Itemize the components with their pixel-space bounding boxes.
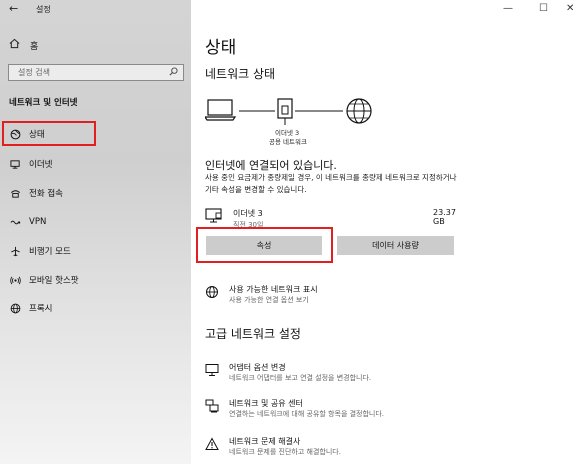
vpn-icon bbox=[9, 216, 21, 228]
troubleshooter-title: 네트워크 문제 해결사 bbox=[229, 437, 301, 446]
back-arrow-icon[interactable]: ← bbox=[9, 2, 18, 15]
adapter-monitor-icon bbox=[205, 362, 219, 376]
sharing-center-title: 네트워크 및 공유 센터 bbox=[229, 399, 303, 408]
sidebar-item-ethernet[interactable]: 이더넷 bbox=[9, 156, 52, 172]
sidebar-item-dialup[interactable]: 전화 접속 bbox=[9, 185, 63, 201]
sidebar-item-hotspot[interactable]: 모바일 핫스팟 bbox=[9, 272, 79, 288]
metered-description: 사용 중인 요금제가 종량제일 경우, 이 네트워크를 종량제 네트워크로 지정… bbox=[205, 173, 457, 194]
warning-triangle-icon bbox=[205, 436, 219, 450]
sharing-center-icon bbox=[205, 398, 219, 413]
connection-name: 이더넷 3 bbox=[233, 209, 263, 218]
minimize-button[interactable]: — bbox=[503, 3, 513, 14]
internet-globe-icon bbox=[346, 98, 372, 124]
ethernet-icon bbox=[9, 158, 21, 170]
show-networks-title: 사용 가능한 네트워크 표시 bbox=[229, 285, 318, 294]
sharing-center-sub: 연결하는 네트워크에 대해 공유할 항목을 결정합니다. bbox=[229, 410, 385, 418]
diagram-network-type: 공용 네트워크 bbox=[269, 138, 307, 146]
sidebar-item-label: VPN bbox=[29, 217, 47, 227]
adapter-options-link[interactable]: 어댑터 옵션 변경 네트워크 어댑터를 보고 연결 설정을 변경합니다. bbox=[205, 362, 465, 386]
troubleshooter-link[interactable]: 네트워크 문제 해결사 네트워크 문제를 진단하고 해결합니다. bbox=[205, 436, 465, 460]
sidebar: ← 설정 홈 설정 검색 네트워크 및 인터넷 상태 이더넷 전화 접속 VPN… bbox=[0, 0, 191, 464]
network-status-title: 네트워크 상태 bbox=[205, 67, 276, 81]
sidebar-home-label: 홈 bbox=[30, 41, 39, 52]
sidebar-home[interactable]: 홈 bbox=[9, 38, 38, 52]
sidebar-item-label: 프록시 bbox=[29, 304, 53, 314]
sidebar-item-vpn[interactable]: VPN bbox=[9, 214, 46, 230]
properties-highlight-box bbox=[196, 227, 333, 263]
connection-usage: 23.37 GB bbox=[433, 208, 456, 226]
search-input[interactable]: 설정 검색 bbox=[8, 64, 184, 81]
app-title: 설정 bbox=[36, 5, 51, 14]
connected-status-text: 인터넷에 연결되어 있습니다. bbox=[205, 159, 337, 172]
search-placeholder: 설정 검색 bbox=[18, 68, 50, 77]
advanced-settings-title: 고급 네트워크 설정 bbox=[205, 327, 301, 341]
hotspot-icon bbox=[9, 274, 21, 286]
show-networks-link[interactable]: 사용 가능한 네트워크 표시 사용 가능한 연결 옵션 보기 bbox=[205, 284, 465, 308]
sidebar-item-label: 전화 접속 bbox=[29, 189, 63, 199]
close-button[interactable]: ✕ bbox=[566, 3, 574, 14]
main-panel: — ☐ ✕ 상태 네트워크 상태 이더넷 3 공용 네트워크 인터넷에 연결되어… bbox=[191, 0, 583, 464]
show-networks-sub: 사용 가능한 연결 옵션 보기 bbox=[229, 296, 309, 304]
home-icon bbox=[9, 38, 21, 52]
sidebar-item-label: 모바일 핫스팟 bbox=[29, 276, 79, 286]
sidebar-item-label: 비행기 모드 bbox=[29, 247, 71, 257]
troubleshooter-sub: 네트워크 문제를 진단하고 해결합니다. bbox=[229, 448, 341, 456]
dialup-icon bbox=[9, 187, 21, 199]
sidebar-item-airplane[interactable]: 비행기 모드 bbox=[9, 243, 71, 259]
laptop-icon bbox=[205, 99, 237, 121]
search-icon bbox=[169, 66, 178, 79]
maximize-button[interactable]: ☐ bbox=[539, 3, 548, 14]
sidebar-item-label: 이더넷 bbox=[29, 160, 53, 170]
sharing-center-link[interactable]: 네트워크 및 공유 센터 연결하는 네트워크에 대해 공유할 항목을 결정합니다… bbox=[205, 398, 465, 422]
ethernet-pc-icon bbox=[205, 208, 225, 224]
sidebar-section-title: 네트워크 및 인터넷 bbox=[9, 98, 78, 108]
page-title: 상태 bbox=[205, 38, 237, 58]
status-highlight-box bbox=[2, 121, 96, 146]
data-usage-button[interactable]: 데이터 사용량 bbox=[337, 236, 454, 255]
sidebar-item-proxy[interactable]: 프록시 bbox=[9, 300, 52, 316]
adapter-options-sub: 네트워크 어댑터를 보고 연결 설정을 변경합니다. bbox=[229, 374, 372, 382]
globe-network-icon bbox=[205, 284, 219, 298]
adapter-options-title: 어댑터 옵션 변경 bbox=[229, 363, 286, 372]
proxy-globe-icon bbox=[9, 302, 21, 314]
ethernet-adapter-icon bbox=[277, 98, 293, 125]
airplane-icon bbox=[9, 245, 21, 257]
